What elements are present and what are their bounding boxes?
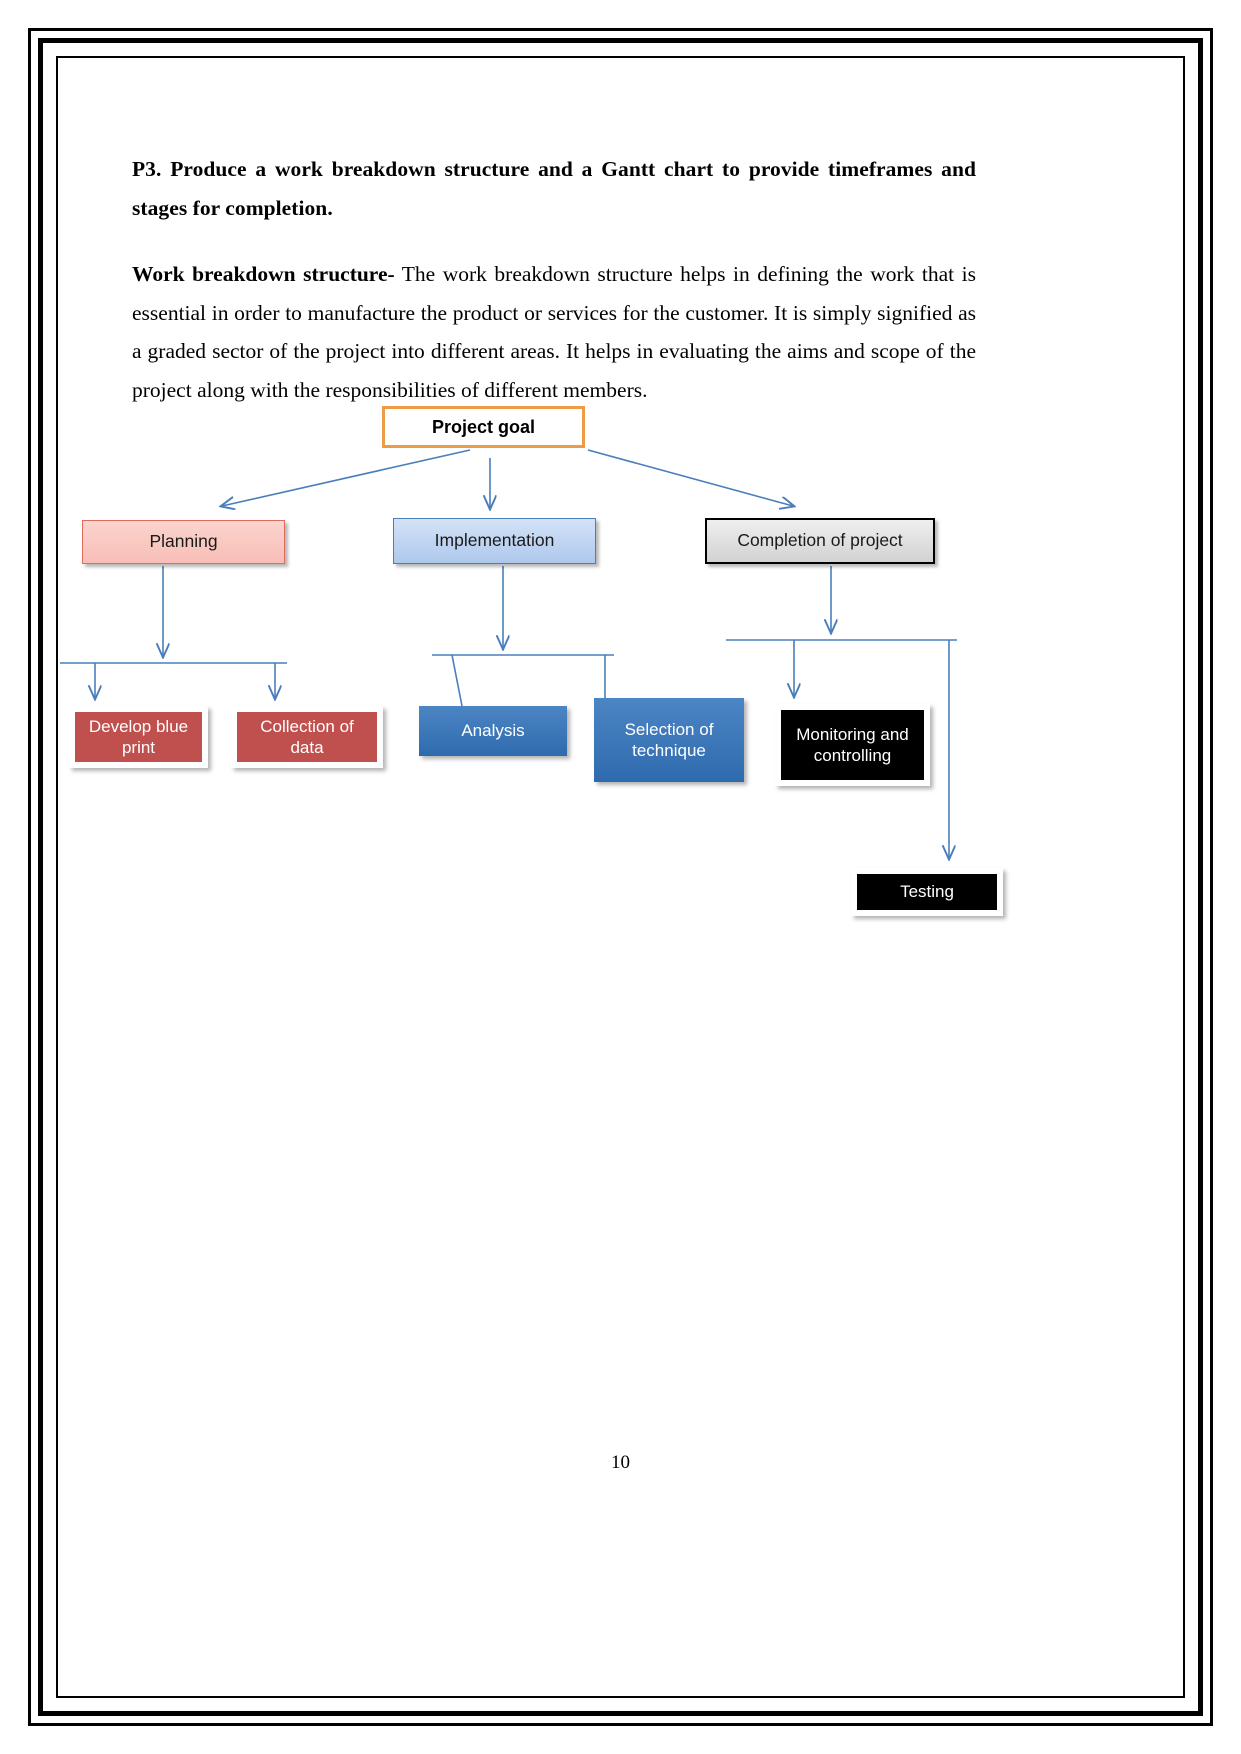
node-develop-blue-print-label: Develop blue print [88, 716, 189, 757]
node-completion-of-project[interactable]: Completion of project [705, 518, 935, 564]
node-monitoring-and-controlling[interactable]: Monitoring and controlling [775, 704, 930, 786]
node-planning-label: Planning [149, 531, 218, 552]
node-selection-of-technique[interactable]: Selection of technique [594, 698, 744, 782]
node-implementation-label: Implementation [434, 530, 555, 551]
page-number: 10 [611, 1452, 630, 1473]
node-analysis-label: Analysis [461, 721, 525, 741]
node-completion-of-project-label: Completion of project [737, 530, 903, 551]
node-implementation[interactable]: Implementation [393, 518, 596, 564]
node-collection-of-data-label: Collection of data [260, 716, 354, 757]
node-monitoring-and-controlling-label: Monitoring and controlling [796, 724, 909, 765]
node-planning[interactable]: Planning [82, 520, 285, 564]
node-analysis[interactable]: Analysis [419, 706, 567, 756]
diagram-connectors [60, 449, 957, 958]
node-project-goal-label: Project goal [431, 416, 536, 437]
node-develop-blue-print[interactable]: Develop blue print [69, 706, 208, 768]
work-breakdown-structure-diagram: Project goal Planning Implementation Com… [0, 398, 1241, 958]
node-selection-of-technique-label: Selection of technique [624, 719, 714, 760]
node-testing[interactable]: Testing [851, 868, 1003, 916]
connector-root-to-completion [587, 449, 793, 506]
node-project-goal[interactable]: Project goal [382, 406, 585, 448]
paragraph-lead-in: Work breakdown structure- [132, 262, 395, 286]
document-content: P3. Produce a work breakdown structure a… [132, 150, 976, 409]
body-paragraph: Work breakdown structure- The work break… [132, 255, 976, 409]
node-collection-of-data[interactable]: Collection of data [231, 706, 383, 768]
node-testing-label: Testing [900, 882, 954, 902]
connector-root-to-planning [222, 449, 471, 506]
connector-to-analysis [451, 654, 463, 707]
page-title: P3. Produce a work breakdown structure a… [132, 157, 976, 220]
